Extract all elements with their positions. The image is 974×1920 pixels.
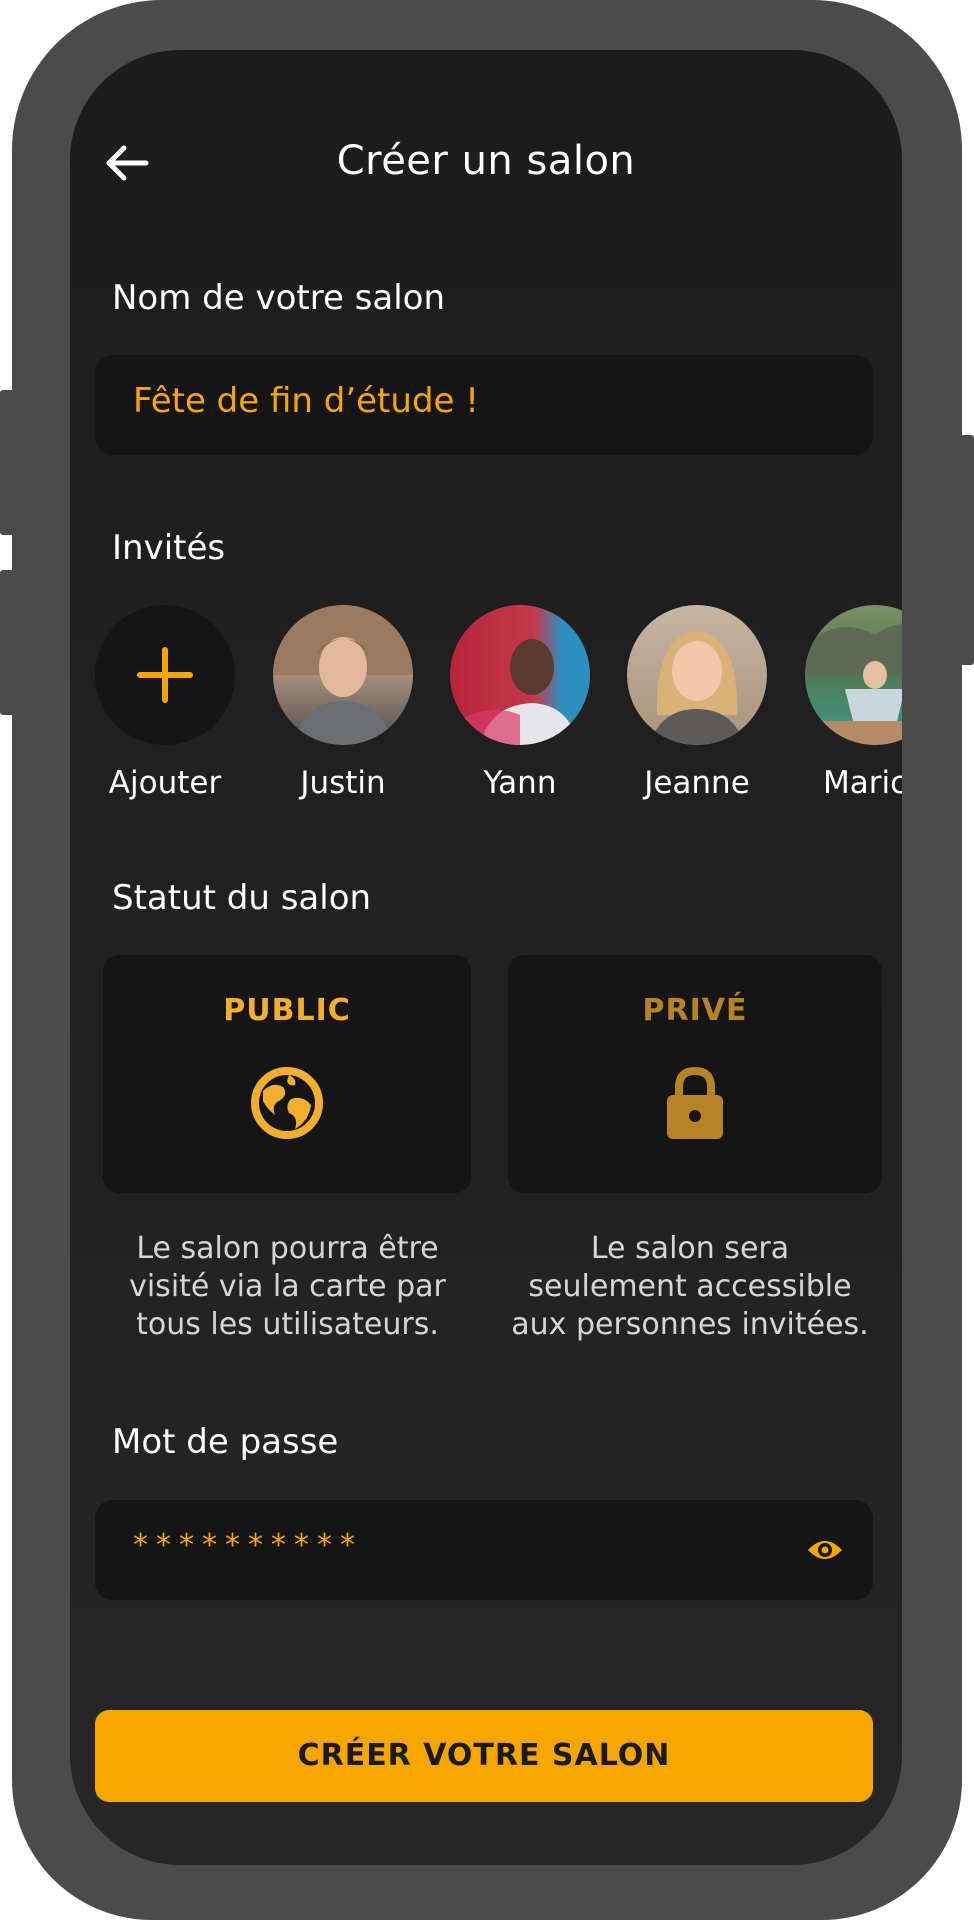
add-guest-circle — [95, 605, 235, 745]
status-private-description: Le salon sera seulement accessible aux p… — [511, 1231, 869, 1342]
add-guest-label: Ajouter — [108, 765, 222, 801]
room-name-label: Nom de votre salon — [112, 278, 446, 318]
guest-item[interactable]: Justin — [273, 605, 413, 801]
status-private-card[interactable]: PRIVÉ — [508, 955, 882, 1193]
avatar — [450, 605, 590, 745]
add-guest-button[interactable]: Ajouter — [95, 605, 235, 801]
guest-item[interactable]: Yann — [450, 605, 590, 801]
room-name-value: Fête de fin d’étude ! — [133, 381, 479, 421]
room-name-input[interactable]: Fête de fin d’étude ! — [95, 355, 873, 455]
guest-name: Justin — [300, 765, 386, 801]
avatar-illustration — [450, 639, 578, 745]
password-value: ********** — [133, 1528, 363, 1563]
avatar-illustration — [273, 605, 413, 745]
volume-down-button — [0, 570, 14, 715]
avatar-illustration — [805, 623, 902, 745]
create-room-button[interactable]: CRÉER VOTRE SALON — [95, 1710, 873, 1802]
status-label: Statut du salon — [112, 878, 372, 918]
guests-label: Invités — [112, 528, 226, 568]
globe-icon — [249, 1065, 325, 1145]
guest-item[interactable]: Jeanne — [627, 605, 767, 801]
plus-icon — [137, 647, 193, 703]
status-private-title: PRIVÉ — [642, 993, 748, 1028]
power-button — [960, 435, 974, 665]
password-input[interactable]: ********** — [95, 1500, 873, 1600]
avatar-illustration — [649, 631, 745, 745]
guest-name: Maric — [823, 765, 902, 801]
page-title: Créer un salon — [336, 138, 636, 184]
avatar — [627, 605, 767, 745]
guest-name: Yann — [483, 765, 557, 801]
avatar — [273, 605, 413, 745]
app-screen: Créer un salon Nom de votre salon Fête d… — [70, 50, 902, 1865]
lock-icon — [663, 1065, 727, 1145]
status-public-card[interactable]: PUBLIC — [103, 955, 471, 1193]
volume-up-button — [0, 390, 14, 535]
eye-icon[interactable] — [805, 1534, 845, 1566]
status-public-description: Le salon pourra être visité via la carte… — [129, 1231, 446, 1342]
guest-item[interactable]: Maric — [805, 605, 902, 801]
avatar — [805, 605, 902, 745]
password-label: Mot de passe — [112, 1422, 339, 1462]
guest-name: Jeanne — [644, 765, 750, 801]
status-public-title: PUBLIC — [223, 993, 351, 1028]
